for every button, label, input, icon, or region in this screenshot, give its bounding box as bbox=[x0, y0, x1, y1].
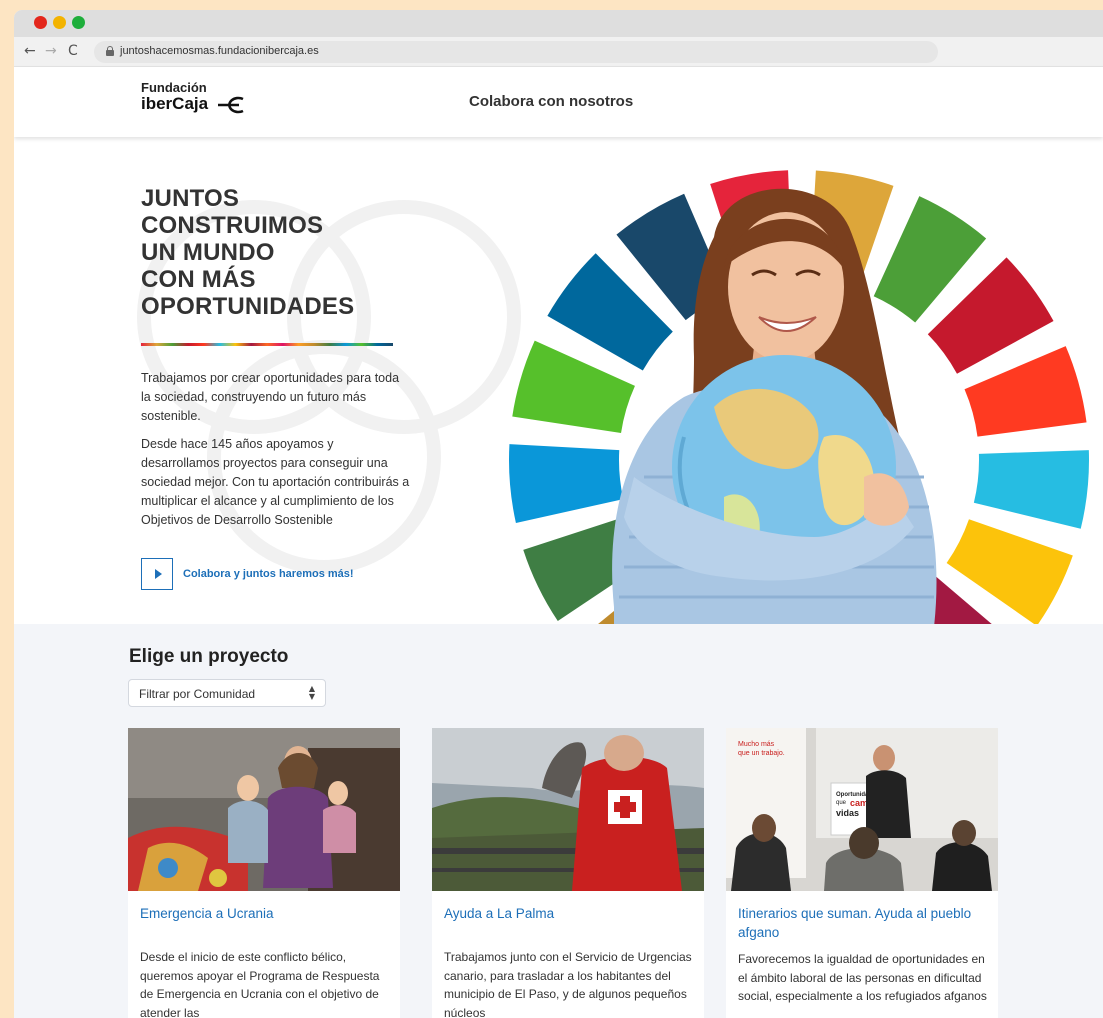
lock-icon bbox=[106, 46, 114, 56]
url-text: juntoshacemosmas.fundacionibercaja.es bbox=[120, 45, 319, 57]
cta-label: Colabora y juntos haremos más! bbox=[183, 568, 354, 580]
select-arrows-icon: ▲ ▼ bbox=[308, 684, 315, 701]
la-palma-red-cross-photo bbox=[432, 728, 704, 891]
community-filter-select[interactable]: Filtrar por Comunidad ▲ ▼ bbox=[128, 679, 326, 707]
hero-heading-line: CON MÁS bbox=[141, 266, 256, 293]
project-card-description: Favorecemos la igualdad de oportunidades… bbox=[738, 952, 987, 1003]
play-arrow-icon bbox=[141, 558, 173, 590]
project-card-title: Itinerarios que suman. Ayuda al pueblo a… bbox=[738, 906, 972, 940]
hero-heading: JUNTOS CONSTRUIMOS UN MUNDO CON MÁS OPOR… bbox=[141, 185, 421, 320]
project-card-title: Emergencia a Ucrania bbox=[140, 906, 274, 921]
poster-text: que bbox=[836, 800, 847, 806]
projects-section: Elige un proyecto Filtrar por Comunidad … bbox=[14, 624, 1103, 1018]
browser-toolbar: ← → C juntoshacemosmas.fundacionibercaja… bbox=[14, 37, 1103, 67]
hero-paragraph-2: Desde hace 145 años apoyamos y desarroll… bbox=[141, 437, 410, 527]
hero-heading-line: OPORTUNIDADES bbox=[141, 293, 355, 320]
site-header: Fundación iberCaja Colabora con nosotros bbox=[14, 67, 1103, 137]
browser-window: ← → C juntoshacemosmas.fundacionibercaja… bbox=[14, 10, 1103, 1018]
projects-section-title: Elige un proyecto bbox=[129, 646, 289, 667]
hero-section: JUNTOS CONSTRUIMOS UN MUNDO CON MÁS OPOR… bbox=[14, 137, 1103, 624]
logo-line2: iberCaja bbox=[141, 94, 209, 113]
colabora-nav-link[interactable]: Colabora con nosotros bbox=[469, 93, 633, 110]
fundacion-ibercaja-logo[interactable]: Fundación iberCaja bbox=[141, 81, 247, 114]
ucrania-family-photo bbox=[128, 728, 400, 891]
project-card-afgano[interactable]: Mucho más que un trabajo. Oportunidades … bbox=[726, 728, 998, 1018]
sdg-wheel-segment bbox=[964, 346, 1087, 437]
project-card-la-palma[interactable]: Ayuda a La Palma Trabajamos junto con el… bbox=[432, 728, 704, 1018]
address-bar[interactable]: juntoshacemosmas.fundacionibercaja.es bbox=[94, 41, 938, 63]
minimize-window-button[interactable] bbox=[53, 16, 66, 29]
sdg-wheel-segment bbox=[973, 450, 1089, 529]
close-window-button[interactable] bbox=[34, 16, 47, 29]
poster-text: Mucho más bbox=[738, 741, 775, 748]
poster-text: que un trabajo. bbox=[738, 750, 785, 757]
hero-heading-line: CONSTRUIMOS bbox=[141, 212, 324, 239]
reload-icon[interactable]: C bbox=[68, 43, 78, 59]
filter-selected-value: Filtrar por Comunidad bbox=[139, 687, 256, 701]
hero-paragraph-1: Trabajamos por crear oportunidades para … bbox=[141, 371, 400, 423]
poster-text: vidas bbox=[836, 808, 859, 818]
hero-heading-line: JUNTOS bbox=[141, 185, 240, 212]
project-card-ucrania[interactable]: Emergencia a Ucrania Desde el inicio de … bbox=[128, 728, 400, 1018]
logo-line1: Fundación bbox=[141, 80, 207, 95]
sdg-color-underline bbox=[141, 343, 393, 346]
woman-hugging-globe-photo bbox=[612, 188, 937, 624]
project-card-description: Desde el inicio de este conflicto bélico… bbox=[140, 950, 380, 1018]
colabora-cta-button[interactable]: Colabora y juntos haremos más! bbox=[141, 558, 354, 590]
back-arrow-icon[interactable]: ← bbox=[24, 43, 36, 59]
ibercaja-e-icon bbox=[217, 96, 244, 114]
project-card-description: Trabajamos junto con el Servicio de Urge… bbox=[444, 950, 692, 1018]
project-card-title: Ayuda a La Palma bbox=[444, 906, 555, 921]
window-titlebar bbox=[14, 10, 1103, 37]
forward-arrow-icon[interactable]: → bbox=[45, 43, 57, 59]
itinerarios-training-photo: Mucho más que un trabajo. Oportunidades … bbox=[726, 728, 998, 891]
maximize-window-button[interactable] bbox=[72, 16, 85, 29]
hero-heading-line: UN MUNDO bbox=[141, 239, 275, 266]
